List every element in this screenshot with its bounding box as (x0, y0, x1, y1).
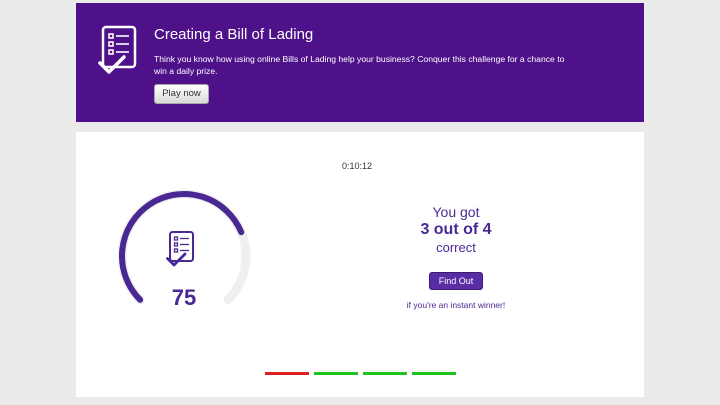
find-out-button[interactable]: Find Out (429, 272, 483, 290)
banner-title: Creating a Bill of Lading (154, 26, 314, 43)
correct-label: correct (436, 240, 476, 255)
progress-segment-correct (412, 372, 456, 375)
score-summary: 3 out of 4 (420, 221, 492, 238)
quiz-banner: Creating a Bill of Lading Think you know… (76, 3, 644, 122)
play-now-button[interactable]: Play now (154, 84, 209, 104)
result-text: You got 3 out of 4 correct (376, 204, 536, 256)
timer: 0:10:12 (342, 161, 373, 171)
progress-segment-correct (363, 372, 407, 375)
you-got-label: You got (432, 204, 480, 220)
checklist-icon (166, 231, 194, 267)
answer-progress (265, 372, 465, 376)
progress-segment-correct (314, 372, 358, 375)
score-value: 75 (171, 285, 197, 310)
progress-segment-incorrect (265, 372, 309, 375)
instant-winner-text: if you're an instant winner! (406, 300, 506, 310)
quiz-result-card: 0:10:12 75 You got 3 out of 4 correct Fi… (76, 132, 644, 397)
banner-description: Think you know how using online Bills of… (154, 54, 565, 76)
checklist-icon (98, 25, 137, 74)
